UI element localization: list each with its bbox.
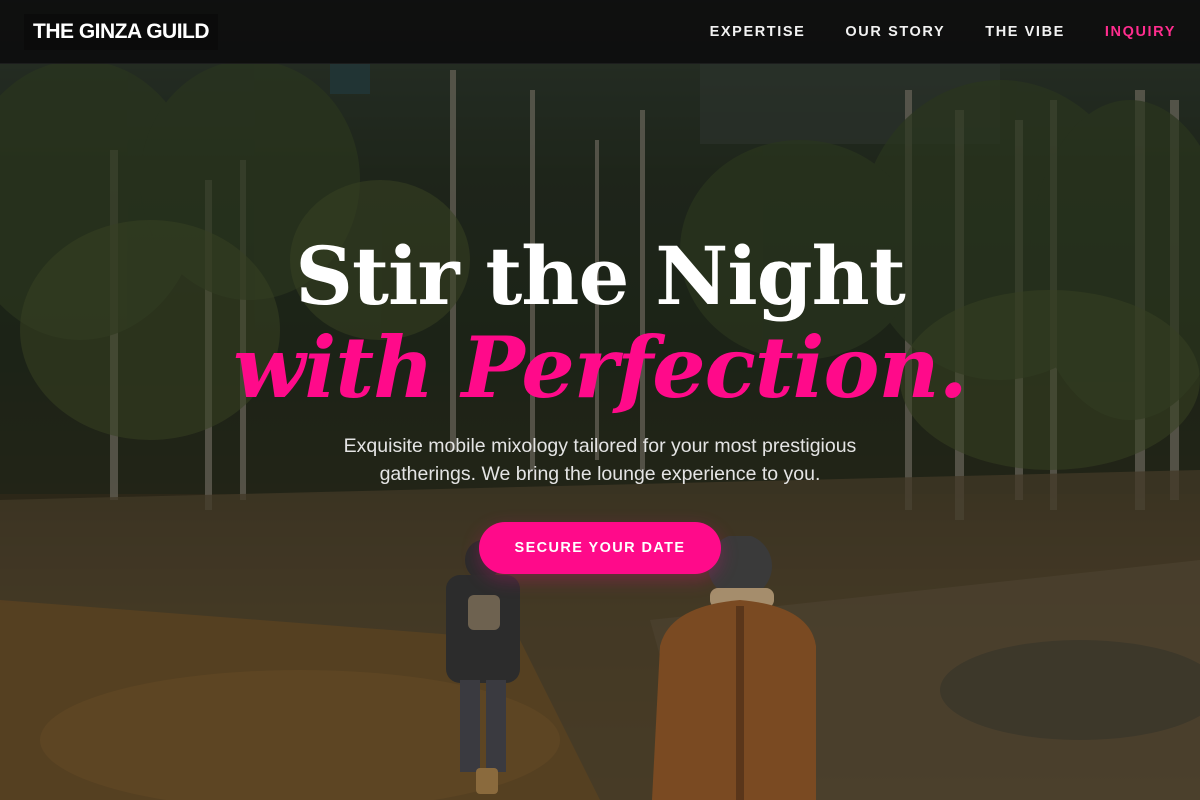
nav-links: EXPERTISE OUR STORY THE VIBE INQUIRY [670, 24, 1176, 40]
nav-link-our-story[interactable]: OUR STORY [845, 24, 945, 40]
nav-link-expertise[interactable]: EXPERTISE [710, 24, 806, 40]
nav-link-the-vibe[interactable]: THE VIBE [985, 24, 1065, 40]
secure-your-date-button[interactable]: SECURE YOUR DATE [479, 522, 721, 574]
hero-section: Stir the Night with Perfection. Exquisit… [0, 222, 1200, 574]
hero-subtitle: Exquisite mobile mixology tailored for y… [343, 435, 857, 485]
person-figure-left [446, 540, 520, 794]
nav-link-inquiry[interactable]: INQUIRY [1105, 24, 1176, 40]
person-figure-right [652, 536, 816, 800]
hero-headline-line1: Stir the Night [295, 229, 906, 323]
hero-headline-line2: with Perfection. [233, 318, 968, 417]
top-navbar: THE GINZA GUILD EXPERTISE OUR STORY THE … [0, 0, 1200, 64]
brand-logo[interactable]: THE GINZA GUILD [24, 13, 219, 50]
landing-page: THE GINZA GUILD EXPERTISE OUR STORY THE … [0, 0, 1200, 800]
